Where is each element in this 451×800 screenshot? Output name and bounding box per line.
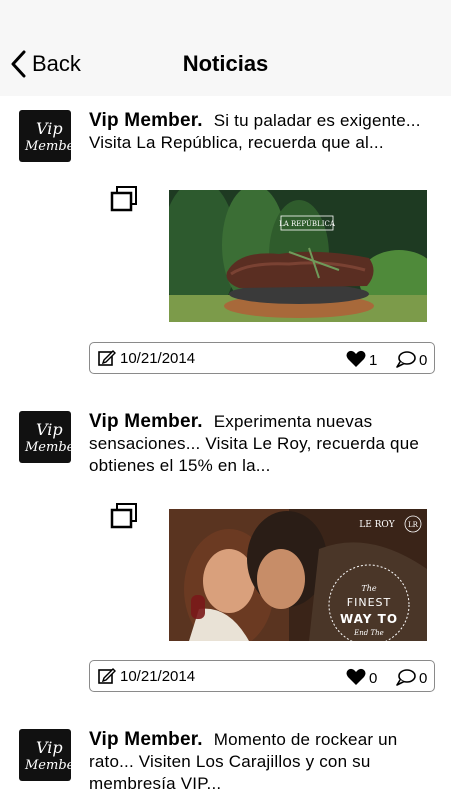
photo-line: The [361,584,376,593]
like-button[interactable]: 0 [346,667,377,687]
post-date-text: 10/21/2014 [120,667,196,685]
navigation-bar: Back Noticias [0,0,451,96]
post-text: Vip Member. Momento de rockear un rato..… [89,729,429,795]
edit-icon [98,350,116,366]
comment-button[interactable]: 0 [396,349,427,369]
gallery-icon [110,503,137,529]
avatar-text-member: Member [24,758,71,773]
gallery-icon [110,186,137,212]
edit-icon [98,668,116,684]
like-count: 0 [369,670,378,687]
post-date: 10/21/2014 [98,349,195,367]
comment-bubble-icon [396,669,416,686]
post-actions-bar: 10/21/2014 1 0 [89,342,435,374]
heart-icon [346,350,366,367]
post-author: Vip Member. [89,729,203,750]
avatar-text-vip: Vip [36,420,63,439]
photo-line: End The [353,629,384,637]
photo-line: WAY TO [340,612,398,626]
post-author: Vip Member. [89,110,203,131]
post-photo[interactable]: LA REPÚBLICA [169,190,427,322]
avatar: Vip Member [19,411,71,463]
avatar-text-member: Member [24,139,71,154]
post-author: Vip Member. [89,411,203,432]
avatar-text-member: Member [24,440,71,455]
post-photo[interactable]: The FINEST WAY TO End The LE ROY LR [169,509,427,641]
post-date: 10/21/2014 [98,667,195,685]
comment-bubble-icon [396,351,416,368]
heart-icon [346,668,366,685]
like-button[interactable]: 1 [346,349,377,369]
photo-caption: LA REPÚBLICA [279,219,336,228]
photo-line: FINEST [347,596,391,609]
news-post[interactable]: Vip Member Vip Member. Si tu paladar es … [0,96,451,396]
like-count: 1 [369,352,378,369]
avatar-text-vip: Vip [36,119,63,138]
avatar: Vip Member [19,110,71,162]
page-title: Noticias [182,51,269,76]
comment-count: 0 [419,670,428,687]
photo-badge: LR [408,521,419,529]
post-date-text: 10/21/2014 [120,349,196,367]
avatar-text-vip: Vip [36,738,63,757]
avatar: Vip Member [19,729,71,781]
news-post[interactable]: Vip Member Vip Member. Experimenta nueva… [0,397,451,697]
post-text: Vip Member. Si tu paladar es exigente...… [89,110,429,154]
comment-button[interactable]: 0 [396,667,427,687]
photo-caption: LE ROY [359,520,396,530]
post-actions-bar: 10/21/2014 0 0 [89,660,435,692]
comment-count: 0 [419,352,428,369]
news-post[interactable]: Vip Member Vip Member. Momento de rockea… [0,715,451,800]
post-text: Vip Member. Experimenta nuevas sensacion… [89,411,429,477]
